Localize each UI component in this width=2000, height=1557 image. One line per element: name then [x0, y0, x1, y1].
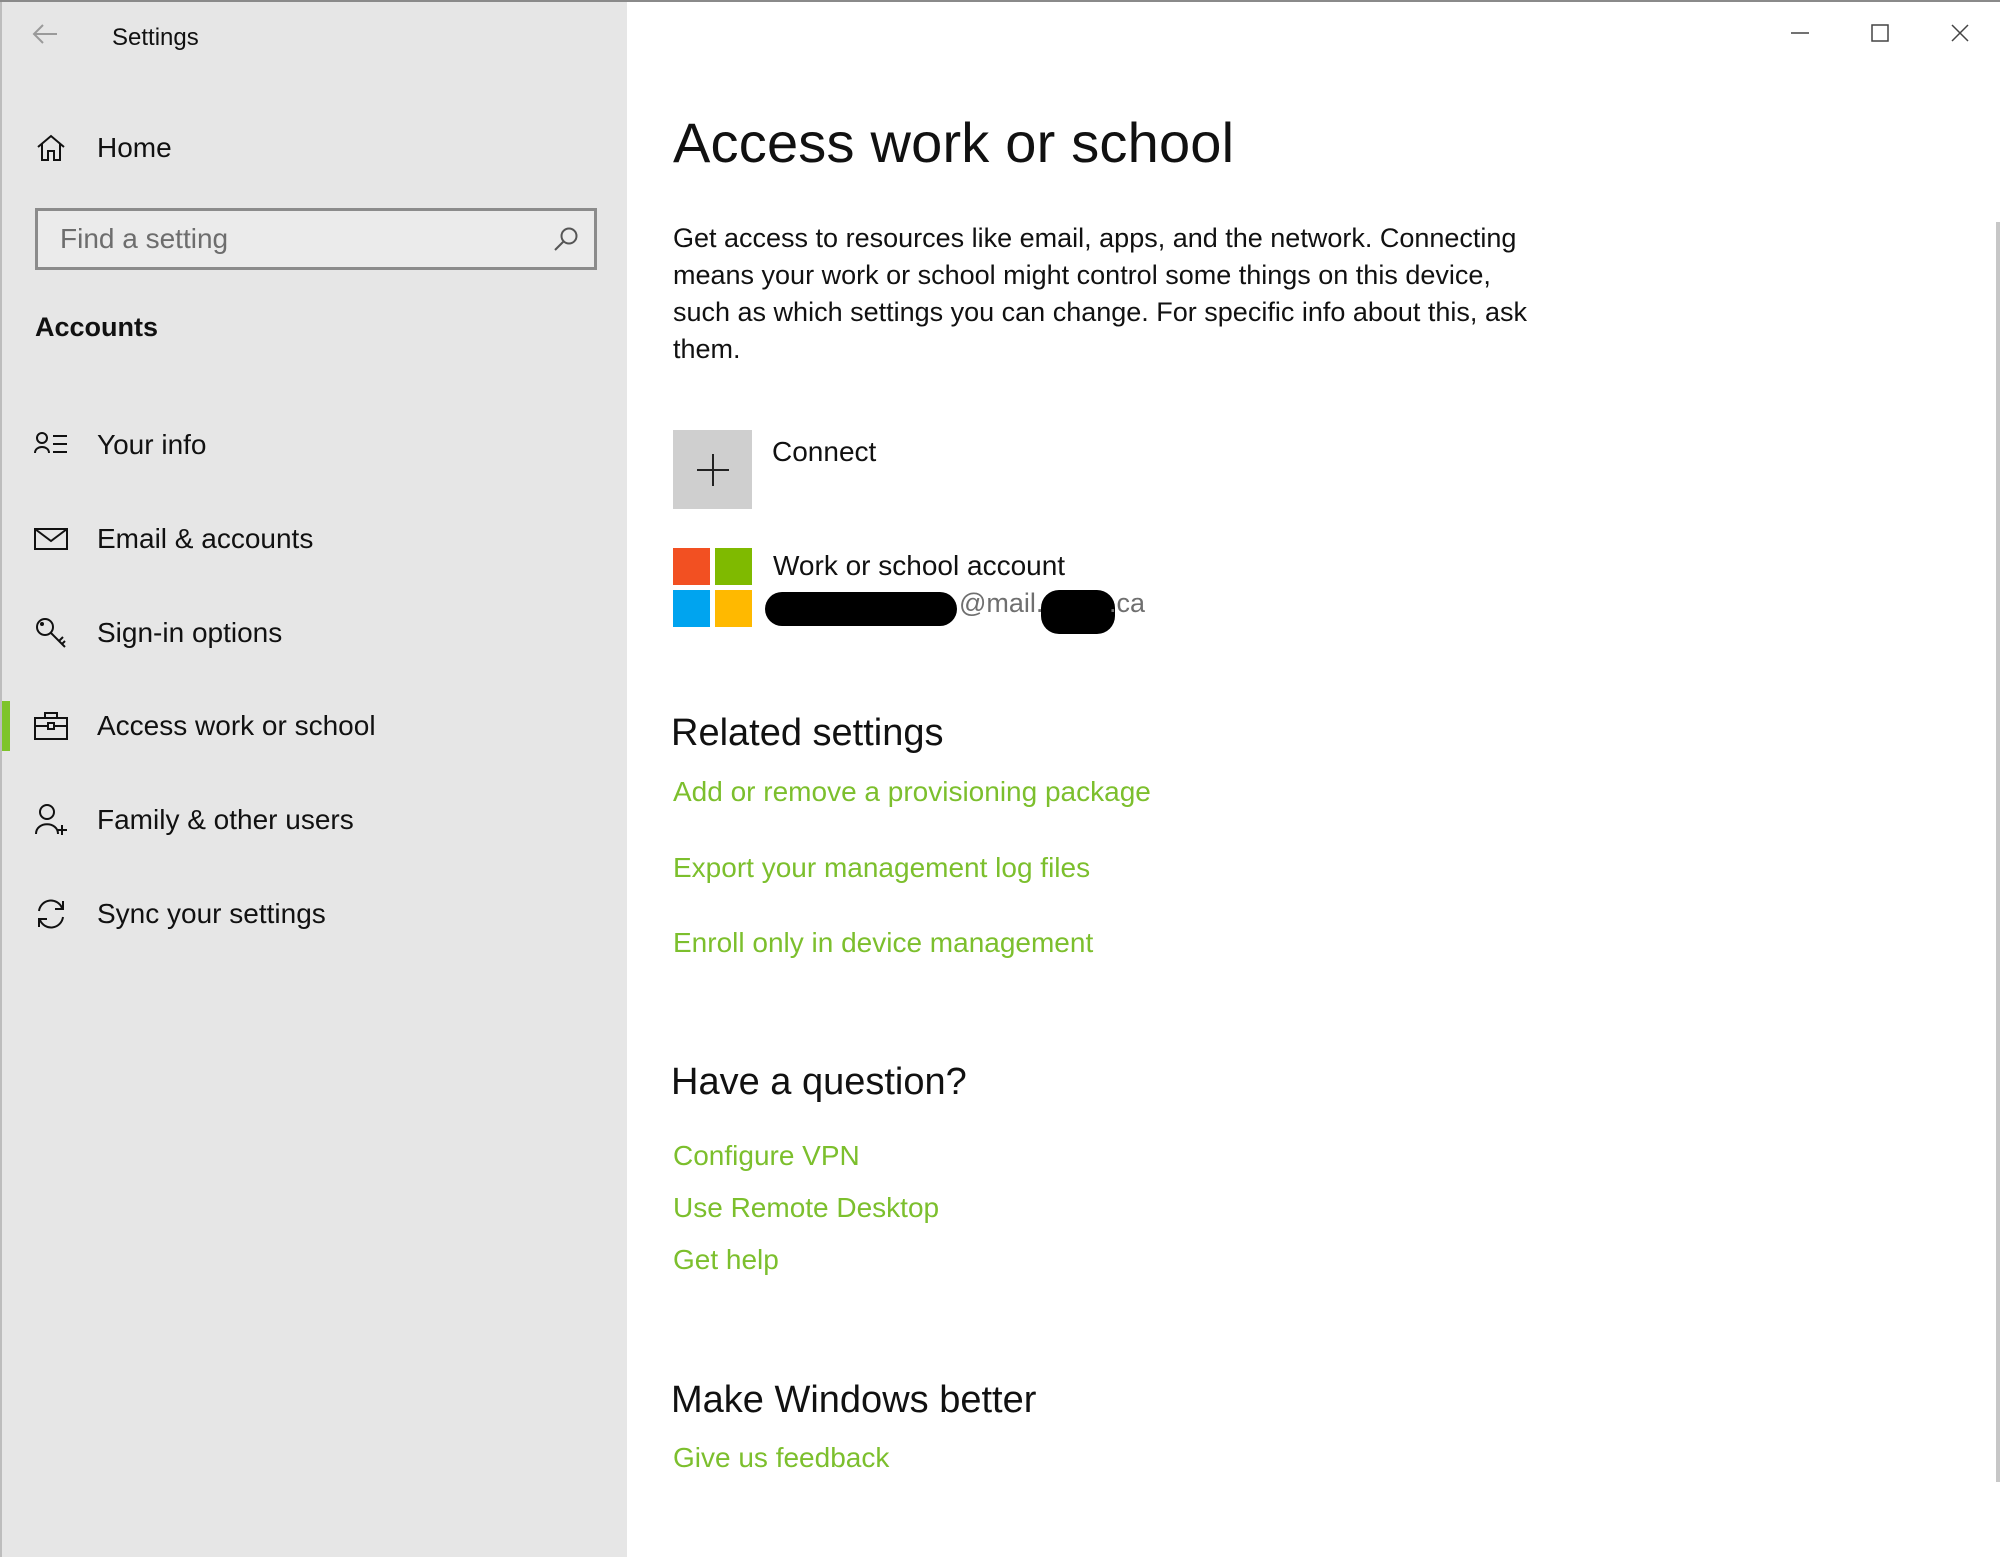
window-controls [1760, 2, 2000, 64]
search-box[interactable] [35, 208, 597, 270]
account-title: Work or school account [773, 550, 1066, 581]
make-windows-better-heading: Make Windows better [671, 1379, 1037, 1421]
related-settings-heading: Related settings [671, 712, 944, 754]
sync-icon [32, 895, 70, 933]
maximize-icon[interactable] [1840, 2, 1920, 64]
plus-icon[interactable] [673, 430, 752, 509]
sidebar-item-email-accounts[interactable]: Email & accounts [2, 510, 627, 568]
contact-card-icon [32, 426, 70, 464]
intro-text: Get access to resources like email, apps… [673, 223, 1527, 364]
search-icon[interactable] [546, 219, 586, 259]
enroll-device-management-link[interactable]: Enroll only in device management [673, 927, 1093, 959]
have-a-question-heading: Have a question? [671, 1061, 967, 1103]
sidebar-item-family-other-users[interactable]: Family & other users [2, 791, 627, 849]
mail-icon [32, 520, 70, 558]
sidebar-item-sign-in-options[interactable]: Sign-in options [2, 604, 627, 662]
home-icon [32, 129, 70, 167]
sidebar-item-label: Email & accounts [97, 523, 314, 554]
connect-button[interactable]: Connect [673, 430, 876, 509]
close-icon[interactable] [1920, 2, 2000, 64]
nav-home[interactable]: Home [32, 122, 172, 174]
provisioning-package-link[interactable]: Add or remove a provisioning package [673, 776, 1151, 808]
home-label: Home [97, 132, 172, 163]
email-domain-prefix: @mail. [959, 588, 1044, 618]
sidebar-item-label: Sync your settings [97, 898, 326, 929]
titlebar: Settings [0, 2, 2000, 72]
search-input[interactable] [60, 223, 546, 255]
sidebar-item-label: Sign-in options [97, 617, 283, 648]
section-title: Accounts [35, 312, 159, 342]
configure-vpn-link[interactable]: Configure VPN [673, 1140, 860, 1172]
account-email: @mail. .ca [765, 588, 1173, 634]
export-logs-link[interactable]: Export your management log files [673, 852, 1090, 884]
page-title: Access work or school [673, 111, 1235, 174]
sidebar-item-your-info[interactable]: Your info [2, 416, 627, 474]
email-domain-suffix: .ca [1109, 588, 1146, 618]
minimize-icon[interactable] [1760, 2, 1840, 64]
microsoft-logo-icon [673, 548, 753, 628]
scrollbar[interactable] [1996, 222, 2000, 1482]
feedback-link[interactable]: Give us feedback [673, 1442, 889, 1474]
sidebar-item-label: Access work or school [97, 710, 376, 741]
remote-desktop-link[interactable]: Use Remote Desktop [673, 1192, 939, 1224]
connect-label: Connect [772, 436, 877, 467]
key-icon [32, 614, 70, 652]
redaction-mark [1041, 590, 1115, 634]
sidebar: Home Accounts Your info Email & accounts [0, 2, 627, 1557]
sidebar-item-access-work-or-school[interactable]: Access work or school [2, 697, 627, 755]
settings-window: Home Accounts Your info Email & accounts [0, 0, 2000, 1557]
back-arrow-icon[interactable] [22, 14, 68, 54]
briefcase-icon [32, 707, 70, 745]
add-person-icon [32, 801, 70, 839]
sidebar-item-label: Your info [97, 429, 207, 460]
work-account-item[interactable]: Work or school account @mail. .ca [673, 548, 1173, 634]
app-title: Settings [112, 24, 199, 51]
sidebar-item-label: Family & other users [97, 804, 354, 835]
sidebar-item-sync-settings[interactable]: Sync your settings [2, 885, 627, 943]
get-help-link[interactable]: Get help [673, 1244, 779, 1276]
redaction-mark [765, 592, 957, 626]
